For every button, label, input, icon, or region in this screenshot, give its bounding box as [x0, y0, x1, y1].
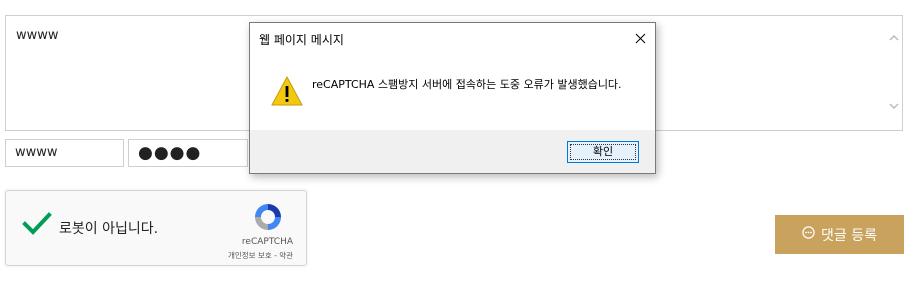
- recaptcha-logo-icon: [251, 200, 285, 238]
- submit-comment-button[interactable]: 댓글 등록: [775, 215, 904, 254]
- dialog-title: 웹 페이지 메시지: [259, 33, 344, 47]
- checkmark-icon[interactable]: [22, 211, 52, 241]
- ok-button[interactable]: 확인: [567, 141, 639, 163]
- scroll-up-icon[interactable]: [885, 30, 902, 47]
- dialog-message: reCAPTCHA 스팸방지 서버에 접속하는 도중 오류가 발생했습니다.: [312, 78, 622, 91]
- recaptcha-brand: reCAPTCHA: [241, 237, 293, 247]
- recaptcha-terms-link[interactable]: 개인정보 보호 - 약관: [228, 250, 293, 261]
- scroll-down-icon[interactable]: [885, 99, 902, 116]
- password-input[interactable]: ●●●●: [128, 139, 248, 167]
- submit-button-label: 댓글 등록: [821, 227, 877, 244]
- message-dialog: 웹 페이지 메시지 reCAPTCHA 스팸방지 서버에 접속하는 도중 오류가…: [249, 22, 656, 174]
- warning-icon: [270, 75, 304, 111]
- speech-bubble-icon: [802, 226, 815, 243]
- comment-text: wwww: [16, 28, 59, 43]
- close-icon[interactable]: [625, 23, 655, 53]
- recaptcha-widget: 로봇이 아닙니다. reCAPTCHA 개인정보 보호 - 약관: [5, 190, 307, 266]
- dialog-footer: 확인: [250, 130, 655, 173]
- name-input[interactable]: wwww: [5, 139, 124, 167]
- dialog-titlebar[interactable]: 웹 페이지 메시지: [250, 23, 655, 54]
- recaptcha-label: 로봇이 아닙니다.: [59, 221, 159, 237]
